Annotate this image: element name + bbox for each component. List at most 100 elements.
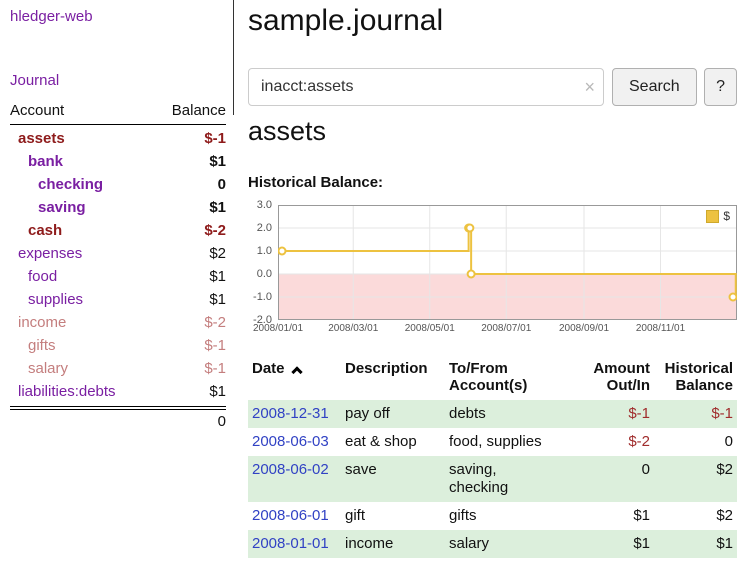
register-rows: 2008-12-31 pay off debts $-1 $-1 2008-06… <box>248 400 737 558</box>
account-link[interactable]: bank <box>10 153 63 170</box>
account-link[interactable]: liabilities:debts <box>10 383 116 400</box>
account-rows: assets $-1 bank $1 checking 0 saving $1 … <box>10 125 226 407</box>
plot-area: $ <box>278 205 737 320</box>
y-axis-tick: 1.0 <box>257 245 272 257</box>
y-axis-tick: 0.0 <box>257 268 272 280</box>
account-row: food $1 <box>10 265 226 288</box>
y-axis-tick: 3.0 <box>257 199 272 211</box>
transaction-description: gift <box>345 507 449 525</box>
transaction-balance: $-1 <box>650 405 737 423</box>
transaction-balance: $2 <box>650 461 737 479</box>
account-link[interactable]: cash <box>10 222 62 239</box>
account-link[interactable]: food <box>10 268 57 285</box>
balance-column-header: Balance <box>172 102 226 119</box>
account-row: saving $1 <box>10 196 226 219</box>
x-axis: 2008/01/012008/03/012008/05/012008/07/01… <box>278 323 737 337</box>
account-link[interactable]: salary <box>10 360 68 377</box>
y-axis: 3.02.01.00.0-1.0-2.0 <box>248 205 274 320</box>
column-header-amount: Amount Out/In <box>580 360 650 394</box>
search-form: × Search ? <box>248 68 737 106</box>
account-link[interactable]: income <box>10 314 66 331</box>
date-header-label: Date <box>252 360 285 377</box>
transaction-amount: $-1 <box>580 405 650 423</box>
historical-balance-chart: 3.02.01.00.0-1.0-2.0 $ 2008/01/012008/03… <box>248 198 737 346</box>
account-balance: $-1 <box>204 130 226 147</box>
sidebar-item-journal[interactable]: Journal <box>10 72 59 89</box>
legend-swatch-icon <box>706 210 719 223</box>
main-content: sample.journal × Search ? assets Histori… <box>248 0 737 582</box>
account-link[interactable]: checking <box>10 176 103 193</box>
transaction-date-link[interactable]: 2008-06-01 <box>252 507 329 524</box>
clear-search-icon[interactable]: × <box>584 78 595 96</box>
account-balance: $-1 <box>204 360 226 377</box>
transaction-balance: 0 <box>650 433 737 451</box>
account-link[interactable]: supplies <box>10 291 83 308</box>
transaction-row: 2008-12-31 pay off debts $-1 $-1 <box>248 400 737 428</box>
register-header-row: Date Description To/From Account(s) Amou… <box>248 360 737 400</box>
x-axis-tick: 2008/03/01 <box>328 323 378 334</box>
transaction-description: eat & shop <box>345 433 449 451</box>
account-row: bank $1 <box>10 150 226 173</box>
column-header-balance: Historical Balance <box>650 360 737 394</box>
transaction-row: 2008-06-02 save saving, checking 0 $2 <box>248 456 737 502</box>
account-row: checking 0 <box>10 173 226 196</box>
account-row: expenses $2 <box>10 242 226 265</box>
app-title-link[interactable]: hledger-web <box>10 8 93 25</box>
transaction-accounts: debts <box>449 405 580 423</box>
chart-title: Historical Balance: <box>248 174 383 191</box>
account-balance: $1 <box>209 291 226 308</box>
account-balance: $2 <box>209 245 226 262</box>
account-link[interactable]: expenses <box>10 245 82 262</box>
account-row: liabilities:debts $1 <box>10 380 226 403</box>
transaction-accounts: saving, checking <box>449 461 580 497</box>
y-axis-tick: -1.0 <box>253 291 272 303</box>
account-column-header: Account <box>10 102 64 119</box>
account-tree: Account Balance assets $-1 bank $1 check… <box>10 102 226 432</box>
account-balance: $1 <box>209 268 226 285</box>
account-balance: $1 <box>209 199 226 216</box>
account-link[interactable]: gifts <box>10 337 56 354</box>
transaction-accounts: salary <box>449 535 580 553</box>
sidebar-divider <box>233 0 234 115</box>
account-link[interactable]: saving <box>10 199 86 216</box>
account-row: salary $-1 <box>10 357 226 380</box>
column-header-accounts: To/From Account(s) <box>449 360 580 394</box>
search-box: × <box>248 68 604 106</box>
transaction-date-link[interactable]: 2008-06-03 <box>252 433 329 450</box>
chart-legend: $ <box>704 208 732 224</box>
x-axis-tick: 2008/01/01 <box>253 323 303 334</box>
transaction-date-link[interactable]: 2008-06-02 <box>252 461 329 478</box>
transaction-amount: $1 <box>580 507 650 525</box>
x-axis-tick: 2008/11/01 <box>636 323 685 334</box>
transaction-balance: $1 <box>650 535 737 553</box>
sort-asc-icon <box>291 366 302 377</box>
transaction-date-link[interactable]: 2008-01-01 <box>252 535 329 552</box>
register-table: Date Description To/From Account(s) Amou… <box>248 360 737 558</box>
search-button[interactable]: Search <box>612 68 697 106</box>
account-row: cash $-2 <box>10 219 226 242</box>
account-link[interactable]: assets <box>10 130 65 147</box>
account-heading: assets <box>248 116 326 147</box>
help-button[interactable]: ? <box>704 68 737 106</box>
transaction-description: income <box>345 535 449 553</box>
transaction-accounts: gifts <box>449 507 580 525</box>
account-row: income $-2 <box>10 311 226 334</box>
account-row: assets $-1 <box>10 127 226 150</box>
account-balance: 0 <box>218 176 226 193</box>
chart-canvas <box>278 205 737 320</box>
x-axis-tick: 2008/07/01 <box>481 323 531 334</box>
transaction-row: 2008-01-01 income salary $1 $1 <box>248 530 737 558</box>
transaction-row: 2008-06-03 eat & shop food, supplies $-2… <box>248 428 737 456</box>
account-balance: $1 <box>209 153 226 170</box>
account-balance: $-2 <box>204 222 226 239</box>
column-header-date[interactable]: Date <box>248 360 345 377</box>
transaction-description: save <box>345 461 449 479</box>
y-axis-tick: 2.0 <box>257 222 272 234</box>
x-axis-tick: 2008/09/01 <box>559 323 609 334</box>
account-balance: $-2 <box>204 314 226 331</box>
search-input[interactable] <box>248 68 604 106</box>
transaction-balance: $2 <box>650 507 737 525</box>
total-row: 0 <box>10 409 226 432</box>
transaction-date-link[interactable]: 2008-12-31 <box>252 405 329 422</box>
account-row: supplies $1 <box>10 288 226 311</box>
